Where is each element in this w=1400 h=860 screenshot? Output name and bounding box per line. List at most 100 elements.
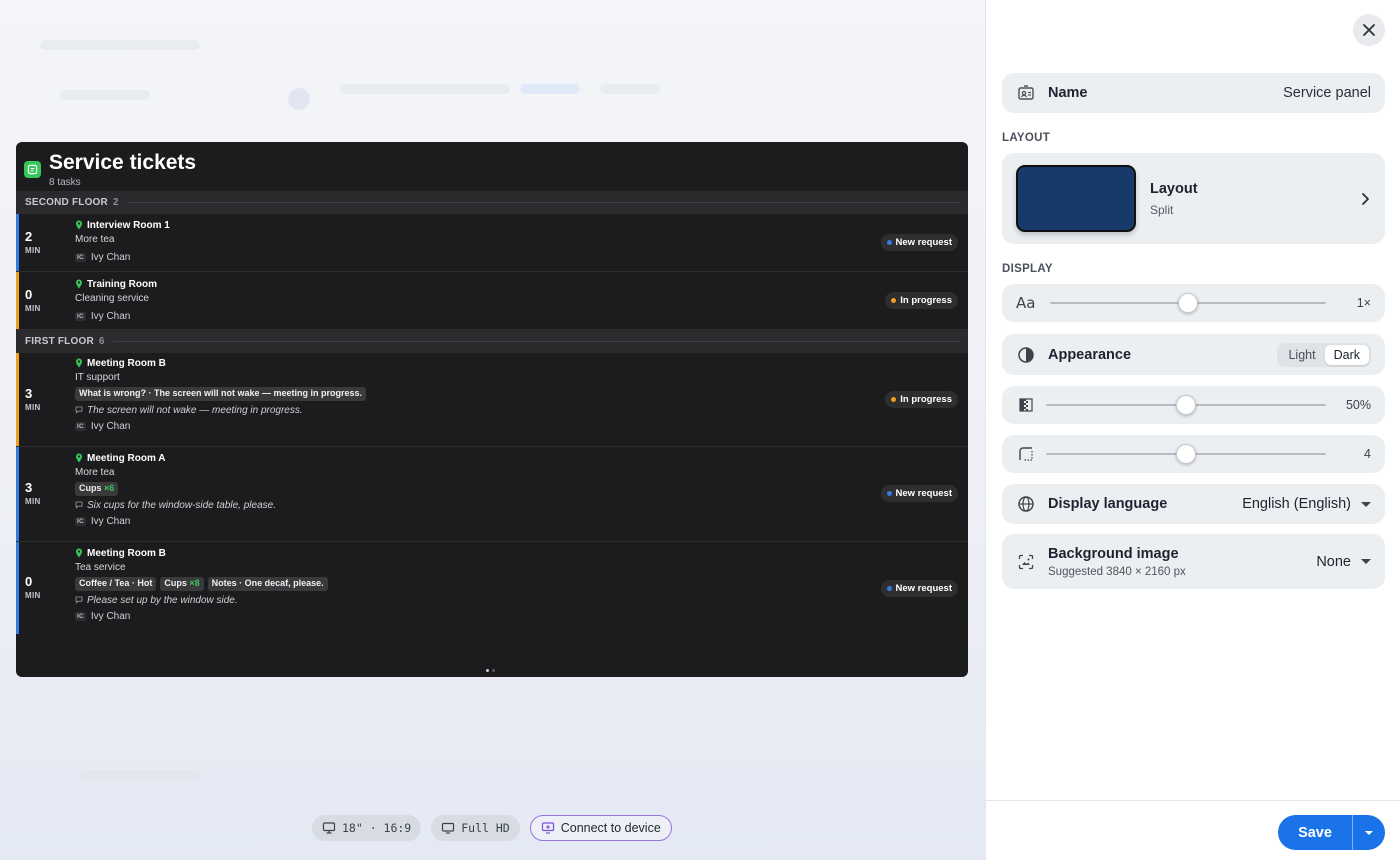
ticket-service: More tea <box>75 467 115 479</box>
minutes-value: 0 <box>25 287 33 302</box>
comment-icon <box>75 501 83 510</box>
ticket-row[interactable]: 3 MIN Meeting Room A More tea Cups ×6 Si… <box>16 447 968 542</box>
ticket-service: More tea <box>75 234 115 246</box>
background-blur <box>340 84 510 94</box>
ticket-row[interactable]: 3 MIN Meeting Room B IT support What is … <box>16 353 968 447</box>
ticket-person: Ivy Chan <box>90 421 131 433</box>
person-initials: IC <box>75 252 86 262</box>
ticket-service: Tea service <box>75 562 126 574</box>
background-image-hint: Suggested 3840 × 2160 px <box>1048 565 1186 578</box>
layout-title: Layout <box>1150 180 1198 197</box>
ticket-accent <box>16 214 19 271</box>
detail-chip: Coffee / Tea · Hot <box>75 577 157 591</box>
minutes-unit: MIN <box>25 403 41 412</box>
image-frame-icon <box>1016 552 1036 572</box>
status-text: New request <box>895 583 953 594</box>
minutes-value: 3 <box>25 386 33 401</box>
ticket-body: Interview Room 1 More tea IC Ivy Chan <box>75 218 838 265</box>
close-icon <box>1363 24 1375 36</box>
ticket-minutes: 3 MIN <box>25 480 65 506</box>
settings-panel: Name Service panel LAYOUT Layout Split D… <box>985 0 1400 860</box>
ticket-accent <box>16 272 19 329</box>
location-pin-icon <box>75 358 83 368</box>
appearance-dark-option[interactable]: Dark <box>1324 344 1369 365</box>
ticket-body: Meeting Room A More tea Cups ×6 Six cups… <box>75 451 838 529</box>
screen-size-text: 18" · 16:9 <box>342 821 412 835</box>
ticket-body: Meeting Room B IT support What is wrong?… <box>75 356 838 434</box>
ticket-row[interactable]: 2 MIN Interview Room 1 More tea IC Ivy Ch… <box>16 214 968 272</box>
ticket-row[interactable]: 0 MIN Meeting Room B Tea service Coffee … <box>16 542 968 634</box>
connect-device-label: Connect to device <box>560 821 661 835</box>
corner-radius-slider-thumb[interactable] <box>1176 444 1196 464</box>
close-button[interactable] <box>1353 14 1385 46</box>
background-image-label: Background image <box>1048 545 1179 562</box>
layout-info: Layout Split <box>1150 181 1198 217</box>
location-pin-icon <box>75 453 83 463</box>
ticket-note: Six cups for the window-side table, plea… <box>87 499 276 511</box>
ticket-accent <box>16 542 19 634</box>
display-language-row[interactable]: Display language English (English) <box>1002 484 1385 524</box>
minutes-unit: MIN <box>25 591 41 600</box>
save-options-button[interactable] <box>1352 815 1385 850</box>
ticket-accent <box>16 353 19 446</box>
minutes-unit: MIN <box>25 246 41 255</box>
contrast-icon <box>1016 345 1036 365</box>
preview-title: Service tickets <box>49 151 197 174</box>
minutes-value: 0 <box>25 574 33 589</box>
background-image-dropdown[interactable]: None <box>1316 554 1371 570</box>
ticket-location: Meeting Room A <box>87 452 166 464</box>
floor-header: FIRST FLOOR 6 <box>16 330 968 353</box>
screen-size-pill[interactable]: 18" · 16:9 <box>312 815 422 841</box>
chevron-right-icon <box>1362 192 1369 205</box>
background-blur <box>288 88 310 110</box>
save-button[interactable]: Save <box>1278 815 1352 850</box>
resolution-text: Full HD <box>461 821 510 835</box>
appearance-light-option[interactable]: Light <box>1279 345 1324 365</box>
chevron-down-icon <box>1365 830 1373 835</box>
appearance-row: Appearance Light Dark <box>1002 334 1385 375</box>
display-language-label: Display language <box>1048 496 1168 512</box>
page-dot[interactable] <box>492 669 495 672</box>
ticket-body: Meeting Room B Tea service Coffee / Tea … <box>75 546 838 624</box>
layout-selector[interactable]: Layout Split <box>1002 153 1385 244</box>
name-field[interactable]: Name Service panel <box>1002 73 1385 113</box>
page-indicator[interactable] <box>486 669 495 672</box>
ticket-location: Interview Room 1 <box>87 219 170 231</box>
status-dot <box>886 491 892 496</box>
ticket-minutes: 3 MIN <box>25 386 65 412</box>
display-icon <box>442 822 455 834</box>
ticket-location: Training Room <box>87 278 157 290</box>
opacity-slider-thumb[interactable] <box>1176 395 1196 415</box>
detail-chip: Cups ×8 <box>160 577 204 591</box>
floor-count: 2 <box>112 197 119 208</box>
status-badge: New request <box>880 234 958 251</box>
chip-quantity: ×8 <box>189 578 200 589</box>
floor-divider <box>112 341 960 342</box>
resolution-pill[interactable]: Full HD <box>431 815 520 841</box>
status-text: In progress <box>900 394 952 405</box>
opacity-icon <box>1016 395 1036 415</box>
ticket-service: Cleaning service <box>75 293 149 305</box>
ticket-row[interactable]: 0 MIN Training Room Cleaning service IC I… <box>16 272 968 330</box>
minutes-value: 3 <box>25 480 33 495</box>
status-badge: New request <box>880 485 958 502</box>
status-dot <box>891 298 897 303</box>
ticket-person: Ivy Chan <box>90 251 131 263</box>
name-label: Name <box>1048 85 1088 101</box>
ticket-minutes: 2 MIN <box>25 229 65 255</box>
display-language-dropdown[interactable]: English (English) <box>1242 496 1371 512</box>
chip-label: Cups <box>79 483 102 494</box>
layout-value: Split <box>1150 202 1174 217</box>
chip-quantity: ×6 <box>104 483 115 494</box>
background-image-row[interactable]: Background image Suggested 3840 × 2160 p… <box>1002 534 1385 589</box>
ticket-note: Please set up by the window side. <box>87 594 238 606</box>
font-scale-value: 1× <box>1356 296 1371 310</box>
font-scale-slider-thumb[interactable] <box>1178 293 1198 313</box>
panel-footer: Save <box>986 800 1400 860</box>
connect-device-button[interactable]: Connect to device <box>529 815 672 841</box>
ticket-person: Ivy Chan <box>90 516 131 528</box>
appearance-toggle[interactable]: Light Dark <box>1277 342 1371 367</box>
device-toolbar: 18" · 16:9 Full HD Connect to device <box>312 815 672 841</box>
page-dot-active[interactable] <box>486 669 489 672</box>
status-dot <box>891 397 897 402</box>
